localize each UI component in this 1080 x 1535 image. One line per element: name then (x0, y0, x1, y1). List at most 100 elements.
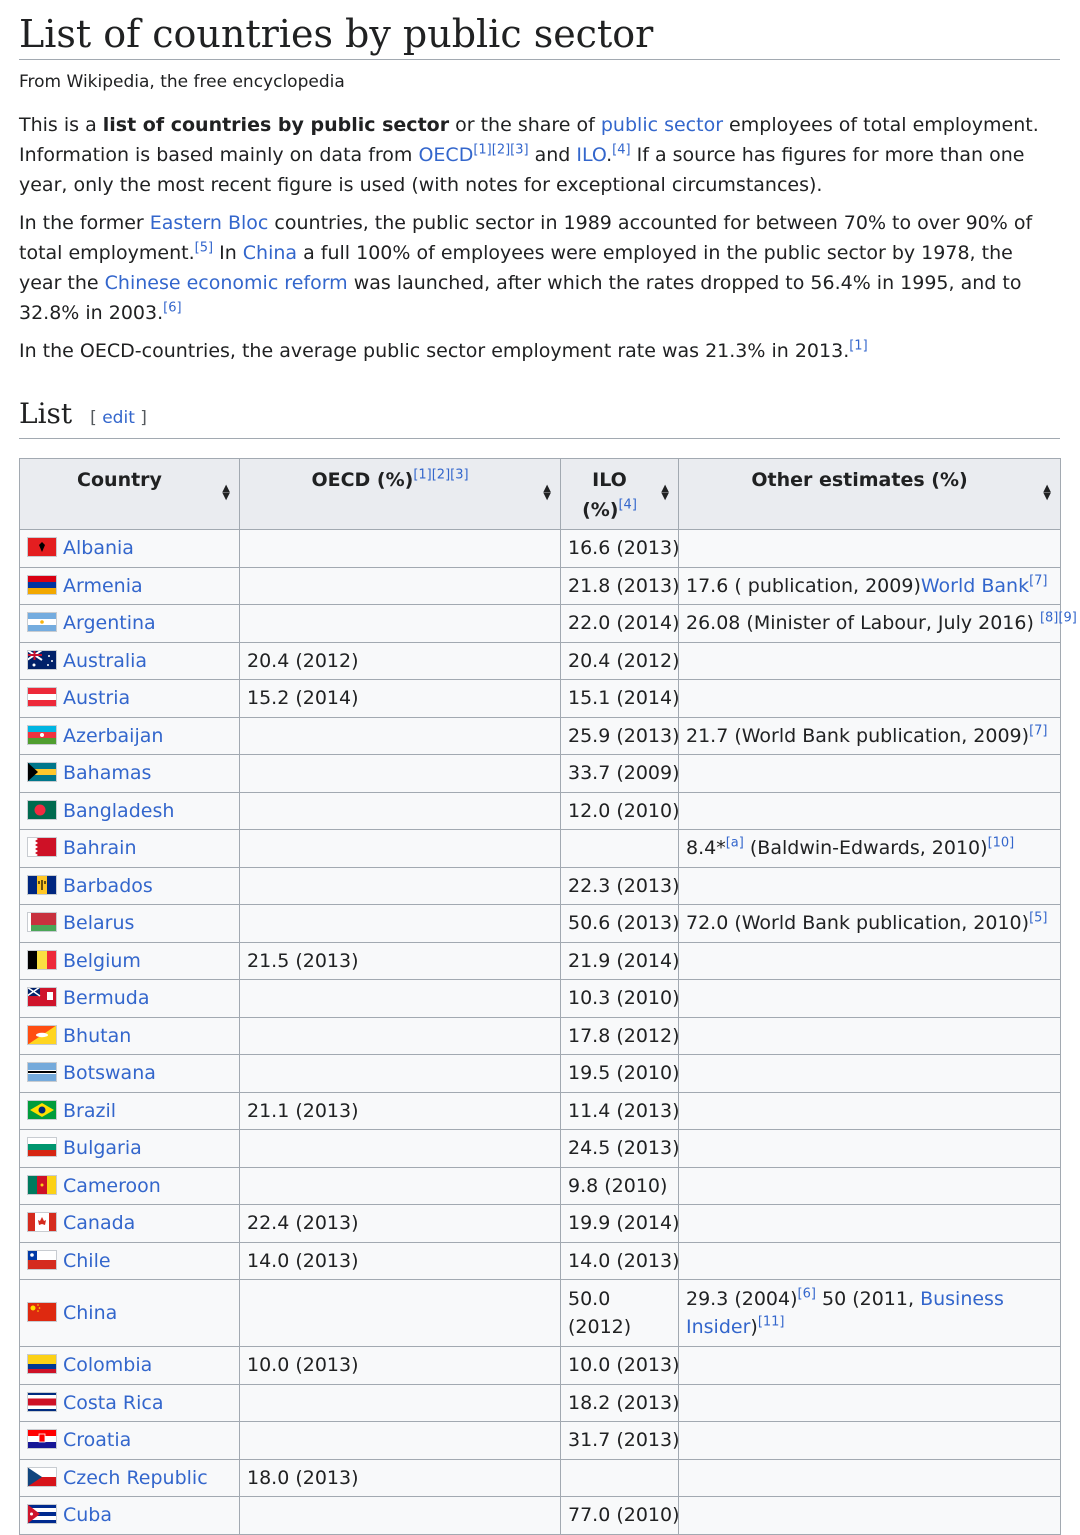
flag-bahamas-icon[interactable] (27, 762, 57, 783)
country-link[interactable]: China (63, 1302, 117, 1324)
country-link[interactable]: Azerbaijan (63, 725, 163, 747)
table-row: Belarus 50.6 (2013) 72.0 (World Bank publi… (19, 904, 1061, 943)
flag-costa-rica-icon[interactable] (27, 1391, 57, 1412)
flag-cameroon-icon[interactable] (27, 1174, 57, 1195)
flag-azerbaijan-icon[interactable] (27, 724, 57, 745)
sort-icon[interactable]: ▲ ▼ (222, 484, 230, 502)
country-link[interactable]: Bermuda (63, 987, 149, 1009)
link-china[interactable]: China (243, 242, 297, 264)
flag-bhutan-icon[interactable] (27, 1024, 57, 1045)
reference-link[interactable]: [5] (1029, 911, 1047, 926)
link-chinese-economic-reform[interactable]: Chinese economic reform (105, 272, 348, 294)
flag-belgium-icon[interactable] (27, 949, 57, 970)
flag-bulgaria-icon[interactable] (27, 1137, 57, 1158)
header-ref[interactable]: [4] (618, 498, 636, 513)
flag-albania-icon[interactable] (27, 537, 57, 558)
reference-link[interactable]: [10] (988, 836, 1015, 851)
ref-6[interactable]: [6] (163, 301, 181, 316)
flag-chile-icon[interactable] (27, 1249, 57, 1270)
cell-country: Austria (19, 679, 240, 718)
country-link[interactable]: Canada (63, 1212, 135, 1234)
sort-icon[interactable]: ▲ ▼ (543, 484, 551, 502)
flag-bermuda-icon[interactable] (27, 987, 57, 1008)
header-label: ILO (592, 469, 627, 491)
country-link[interactable]: Brazil (63, 1100, 116, 1122)
country-link[interactable]: Cuba (63, 1504, 112, 1526)
country-link[interactable]: Austria (63, 687, 130, 709)
table-row: Argentina 22.0 (2014) 26.08 (Minister of L… (19, 604, 1077, 643)
cell-country: Chile (19, 1241, 240, 1280)
country-link[interactable]: Costa Rica (63, 1392, 164, 1414)
country-link[interactable]: Botswana (63, 1062, 156, 1084)
flag-belarus-icon[interactable] (27, 912, 57, 933)
country-link[interactable]: Armenia (63, 575, 143, 597)
country-link[interactable]: Belgium (63, 950, 141, 972)
country-link[interactable]: Cameroon (63, 1175, 161, 1197)
country-link[interactable]: Czech Republic (63, 1467, 208, 1489)
cell-country: Australia (19, 641, 240, 680)
reference-link[interactable]: [11] (758, 1315, 785, 1330)
reference-link[interactable]: [7] (1029, 723, 1047, 738)
header-ref[interactable]: [1][2][3] (413, 468, 468, 483)
country-link[interactable]: Bahrain (63, 837, 137, 859)
column-header-other[interactable]: Other estimates (%) ▲ ▼ (678, 458, 1061, 530)
cell-ilo: 22.3 (2013) (560, 866, 680, 905)
ref-ilo[interactable]: [4] (612, 143, 630, 158)
link-eastern-bloc[interactable]: Eastern Bloc (150, 212, 269, 234)
edit-link[interactable]: edit (102, 408, 135, 428)
cell-ilo: 20.4 (2012) (560, 641, 680, 680)
country-link[interactable]: Barbados (63, 875, 153, 897)
link-oecd[interactable]: OECD (418, 144, 473, 166)
country-link[interactable]: Bulgaria (63, 1137, 142, 1159)
flag-colombia-icon[interactable] (27, 1354, 57, 1375)
flag-argentina-icon[interactable] (27, 612, 57, 633)
ref-oecd[interactable]: [1][2][3] (473, 143, 528, 158)
cell-ilo: 22.0 (2014) (560, 604, 680, 643)
cell-ilo: 24.5 (2013) (560, 1129, 680, 1168)
flag-cuba-icon[interactable] (27, 1504, 57, 1525)
flag-botswana-icon[interactable] (27, 1062, 57, 1083)
flag-austria-icon[interactable] (27, 687, 57, 708)
reference-link[interactable]: [a] (726, 836, 744, 851)
country-link[interactable]: Argentina (63, 612, 156, 634)
flag-croatia-icon[interactable] (27, 1429, 57, 1450)
other-estimate-link[interactable]: World Bank (921, 575, 1029, 597)
column-header-ilo[interactable]: ILO (%)[4] ▲ ▼ (560, 458, 679, 530)
cell-country: Brazil (19, 1091, 240, 1130)
country-link[interactable]: Belarus (63, 912, 134, 934)
flag-armenia-icon[interactable] (27, 574, 57, 595)
country-link[interactable]: Albania (63, 537, 134, 559)
country-link[interactable]: Colombia (63, 1354, 152, 1376)
cell-country: Costa Rica (19, 1383, 240, 1422)
flag-china-icon[interactable] (27, 1302, 57, 1322)
other-estimate-text: 26.08 (Minister of Labour, July 2016) (686, 612, 1040, 635)
link-ilo[interactable]: ILO (576, 144, 606, 166)
table-row: Bulgaria 24.5 (2013) (19, 1129, 1061, 1168)
reference-link[interactable]: [7] (1029, 573, 1047, 588)
table-row: Bahamas 33.7 (2009) (19, 754, 1061, 793)
link-public-sector[interactable]: public sector (601, 114, 723, 136)
flag-bahrain-icon[interactable] (27, 837, 57, 858)
country-link[interactable]: Croatia (63, 1429, 131, 1451)
sort-icon[interactable]: ▲ ▼ (661, 484, 669, 502)
ref-5[interactable]: [5] (195, 241, 213, 256)
flag-barbados-icon[interactable] (27, 874, 57, 895)
flag-czech-republic-icon[interactable] (27, 1466, 57, 1487)
country-link[interactable]: Bahamas (63, 762, 151, 784)
reference-link[interactable]: [6] (798, 1287, 816, 1302)
cell-other-estimates: 26.08 (Minister of Labour, July 2016) [8… (678, 604, 1077, 643)
country-link[interactable]: Bangladesh (63, 800, 174, 822)
country-link[interactable]: Australia (63, 650, 147, 672)
flag-brazil-icon[interactable] (27, 1099, 57, 1120)
country-link[interactable]: Chile (63, 1250, 111, 1272)
flag-bangladesh-icon[interactable] (27, 799, 57, 820)
flag-canada-icon[interactable] (27, 1212, 57, 1233)
reference-link[interactable]: [8][9] (1040, 611, 1077, 626)
ref-1[interactable]: [1] (849, 339, 867, 354)
sort-icon[interactable]: ▲ ▼ (1043, 484, 1051, 502)
column-header-oecd[interactable]: OECD (%)[1][2][3] ▲ ▼ (239, 458, 561, 530)
flag-australia-icon[interactable] (27, 649, 57, 670)
country-link[interactable]: Bhutan (63, 1025, 131, 1047)
column-header-country[interactable]: Country ▲ ▼ (19, 458, 240, 530)
text: This is a (19, 114, 103, 136)
